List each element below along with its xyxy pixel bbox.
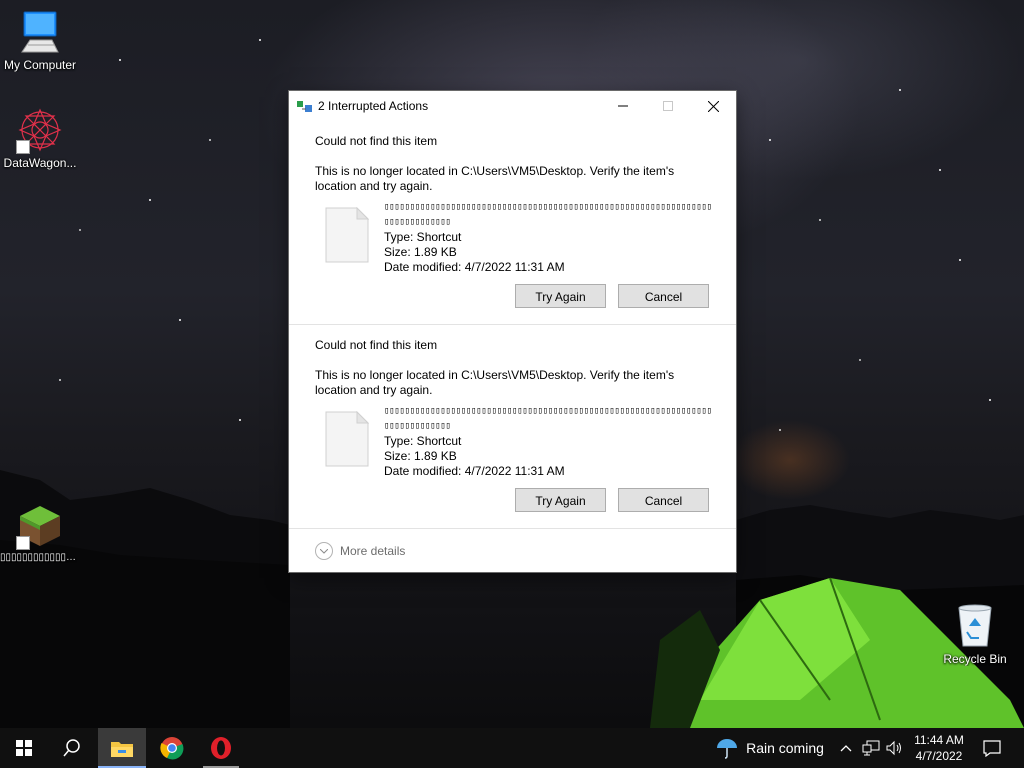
notification-icon (983, 740, 1001, 757)
close-icon (707, 100, 719, 112)
file-explorer-button[interactable] (98, 728, 146, 768)
close-button[interactable] (690, 91, 736, 121)
cancel-button[interactable]: Cancel (618, 284, 709, 308)
dialog-titlebar[interactable]: 2 Interrupted Actions (289, 91, 736, 121)
blank-file-icon (325, 206, 370, 268)
item-message: This is no longer located in C:\Users\VM… (315, 368, 675, 397)
weather-widget[interactable]: Rain coming (712, 728, 828, 768)
file-info: ▯▯▯▯▯▯▯▯▯▯▯▯▯▯▯▯▯▯▯▯▯▯▯▯▯▯▯▯▯▯▯▯▯▯▯▯▯▯▯▯… (384, 404, 714, 479)
try-again-button[interactable]: Try Again (515, 284, 606, 308)
file-size: Size: 1.89 KB (384, 245, 457, 259)
item-message: This is no longer located in C:\Users\VM… (315, 164, 675, 193)
file-size: Size: 1.89 KB (384, 449, 457, 463)
start-icon (16, 740, 32, 756)
interrupted-item: Could not find this item This is no long… (289, 121, 736, 325)
item-heading: Could not find this item (315, 338, 438, 352)
item-heading: Could not find this item (315, 134, 438, 148)
clock-time: 11:44 AM (914, 733, 964, 747)
chrome-icon (160, 737, 184, 760)
desktop-icon-my-computer[interactable]: My Computer (0, 8, 80, 72)
cancel-button[interactable]: Cancel (618, 488, 709, 512)
taskbar: Rain coming 11:44 AM 4/7/2022 (0, 728, 1024, 768)
desktop-icon-recycle-bin[interactable]: Recycle Bin (935, 602, 1015, 666)
interrupted-actions-dialog: 2 Interrupted Actions Could not find thi… (289, 91, 736, 572)
chevron-up-icon (840, 745, 852, 752)
clock[interactable]: 11:44 AM 4/7/2022 (908, 728, 970, 768)
datawagon-icon (16, 106, 64, 154)
file-info: ▯▯▯▯▯▯▯▯▯▯▯▯▯▯▯▯▯▯▯▯▯▯▯▯▯▯▯▯▯▯▯▯▯▯▯▯▯▯▯▯… (384, 200, 714, 275)
notifications-button[interactable] (978, 728, 1006, 768)
file-transfer-icon (297, 99, 313, 118)
minimize-button[interactable] (600, 91, 646, 121)
weather-text: Rain coming (746, 740, 824, 756)
umbrella-icon (717, 739, 738, 759)
clock-date: 4/7/2022 (915, 749, 963, 763)
speaker-icon (886, 740, 901, 756)
blank-file-icon (325, 410, 370, 472)
volume-button[interactable] (884, 728, 906, 768)
more-details-label: More details (340, 544, 406, 558)
file-date-modified: Date modified: 4/7/2022 11:31 AM (384, 464, 565, 478)
more-details-toggle[interactable]: More details (315, 541, 405, 561)
maximize-button[interactable] (645, 91, 691, 121)
chrome-button[interactable] (148, 728, 196, 768)
desktop-icon-datawagon[interactable]: DataWagon... (0, 106, 80, 170)
maximize-icon (663, 101, 673, 111)
opera-button[interactable] (197, 728, 245, 768)
show-hidden-icons-button[interactable] (836, 728, 856, 768)
shortcut-arrow-icon (16, 536, 30, 550)
opera-icon (211, 737, 231, 759)
network-button[interactable] (860, 728, 882, 768)
start-button[interactable] (0, 728, 48, 768)
file-name: ▯▯▯▯▯▯▯▯▯▯▯▯▯▯▯▯▯▯▯▯▯▯▯▯▯▯▯▯▯▯▯▯▯▯▯▯▯▯▯▯… (384, 406, 712, 431)
divider (289, 528, 736, 529)
interrupted-item: Could not find this item This is no long… (289, 325, 736, 529)
file-explorer-icon (111, 742, 133, 757)
search-icon (63, 739, 80, 757)
try-again-button[interactable]: Try Again (515, 488, 606, 512)
file-name: ▯▯▯▯▯▯▯▯▯▯▯▯▯▯▯▯▯▯▯▯▯▯▯▯▯▯▯▯▯▯▯▯▯▯▯▯▯▯▯▯… (384, 202, 712, 227)
desktop-icon-minecraft[interactable]: ▯▯▯▯▯▯▯▯▯▯▯▯▯▯... (0, 502, 80, 563)
file-type: Type: Shortcut (384, 434, 462, 448)
file-date-modified: Date modified: 4/7/2022 11:31 AM (384, 260, 565, 274)
network-icon (862, 740, 880, 756)
file-type: Type: Shortcut (384, 230, 462, 244)
minimize-icon (618, 105, 628, 107)
minecraft-icon (16, 502, 64, 550)
dialog-title: 2 Interrupted Actions (318, 99, 429, 113)
computer-icon (16, 8, 64, 56)
recycle-bin-icon (951, 602, 999, 650)
shortcut-arrow-icon (16, 140, 30, 154)
chevron-down-icon (315, 542, 333, 560)
search-button[interactable] (48, 728, 96, 768)
